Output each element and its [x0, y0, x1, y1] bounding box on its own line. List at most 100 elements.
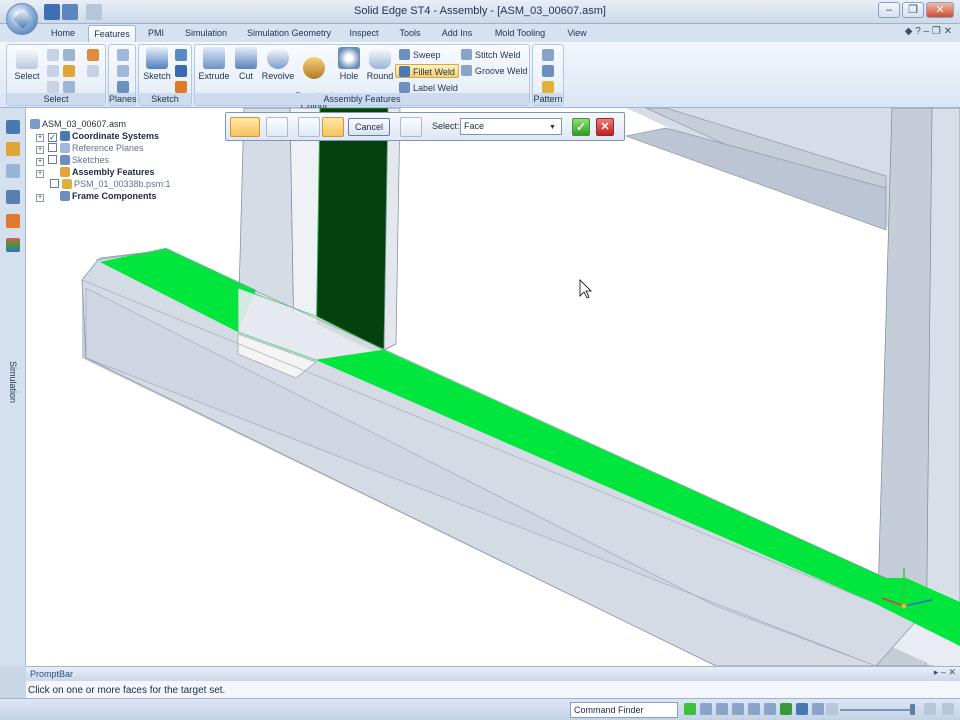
application-menu-button[interactable]	[6, 3, 38, 35]
step-target-faces-button[interactable]	[230, 117, 260, 137]
deselect-button[interactable]: ✕	[596, 118, 614, 136]
tab-home[interactable]: Home	[42, 25, 84, 42]
tree-item-reference-planes[interactable]: + Reference Planes	[36, 142, 144, 154]
cut-button[interactable]: Cut	[233, 47, 259, 81]
preview-button[interactable]	[400, 117, 422, 137]
sketch-button[interactable]: Sketch	[142, 47, 172, 81]
plane-icon[interactable]	[117, 49, 129, 61]
help-icons[interactable]: ◆ ? – ❐ ✕	[905, 26, 952, 37]
visibility-checkbox[interactable]	[48, 155, 57, 164]
zoom-slider-track[interactable]	[840, 709, 910, 711]
select-tool-icon[interactable]	[47, 65, 59, 77]
visibility-checkbox[interactable]: ✓	[48, 133, 57, 142]
fillet-weld-label: Fillet Weld	[413, 67, 455, 77]
zoom-area-icon[interactable]	[700, 703, 712, 715]
minimize-button[interactable]: –	[878, 2, 900, 18]
select-filter-value: Face	[464, 121, 485, 131]
tree-item-sketches[interactable]: + Sketches	[36, 154, 109, 166]
fit-icon[interactable]	[732, 703, 744, 715]
select-tool-icon[interactable]	[47, 49, 59, 61]
model-geometry[interactable]	[26, 108, 960, 666]
tree-root[interactable]: ASM_03_00607.asm	[30, 118, 126, 130]
tab-view[interactable]: View	[560, 25, 594, 42]
visibility-checkbox[interactable]	[48, 143, 57, 152]
view-orientation-icon[interactable]	[780, 703, 792, 715]
pattern-tool-icon[interactable]	[542, 81, 554, 93]
right-post-side[interactable]	[925, 108, 960, 666]
parts-library-icon[interactable]	[6, 142, 20, 156]
tab-tools[interactable]: Tools	[390, 25, 430, 42]
expand-icon[interactable]: +	[36, 158, 44, 166]
cancel-button[interactable]: Cancel	[348, 118, 390, 136]
select-tool-icon[interactable]	[47, 81, 59, 93]
select-tool-icon[interactable]	[87, 49, 99, 61]
tab-mold-tooling[interactable]: Mold Tooling	[486, 25, 554, 42]
select-tool-icon[interactable]	[63, 65, 75, 77]
simulation-side-tab[interactable]: Simulation	[3, 360, 23, 450]
expand-icon[interactable]: +	[36, 170, 44, 178]
fullscreen-icon[interactable]	[942, 703, 954, 715]
step-source-faces-button[interactable]	[298, 117, 320, 137]
fillet-weld-button[interactable]: Fillet Weld	[395, 64, 459, 78]
sketch-tool-icon[interactable]	[175, 81, 187, 93]
family-icon[interactable]	[6, 214, 20, 228]
feature-library-icon[interactable]	[6, 190, 20, 204]
layers-icon[interactable]	[6, 164, 20, 178]
pathfinder-icon[interactable]	[6, 120, 20, 134]
extrude-button[interactable]: Extrude	[197, 47, 231, 81]
tab-inspect[interactable]: Inspect	[342, 25, 386, 42]
accept-button[interactable]: ✓	[572, 118, 590, 136]
tab-simulation-geometry[interactable]: Simulation Geometry	[240, 25, 338, 42]
select-filter-dropdown[interactable]: Face ▼	[460, 118, 562, 135]
expand-icon[interactable]: +	[36, 194, 44, 202]
expand-icon[interactable]: +	[36, 134, 44, 142]
select-tool-icon[interactable]	[87, 65, 99, 77]
sketch-icon	[146, 47, 168, 69]
tree-item-psm[interactable]: PSM_01_00338b.psm:1	[46, 178, 171, 190]
sweep-button[interactable]: Sweep	[399, 48, 441, 62]
simulation-icon[interactable]	[6, 238, 20, 252]
plane-icon[interactable]	[117, 65, 129, 77]
tree-item-assembly-features[interactable]: + Assembly Features	[36, 166, 155, 178]
display-icon[interactable]	[812, 703, 824, 715]
pattern-icon[interactable]	[542, 49, 554, 61]
sketch-tool-icon[interactable]	[175, 49, 187, 61]
mirror-icon[interactable]	[542, 65, 554, 77]
groove-weld-button[interactable]: Groove Weld	[461, 64, 527, 78]
tab-pmi[interactable]: PMI	[140, 25, 172, 42]
close-button[interactable]: ✕	[926, 2, 954, 18]
stitch-weld-button[interactable]: Stitch Weld	[461, 48, 520, 62]
zoom-slider-thumb[interactable]	[910, 704, 915, 715]
tab-simulation[interactable]: Simulation	[178, 25, 234, 42]
assembly-features-group: Extrude Cut Revolve Revolved Cutout Hole…	[194, 44, 530, 111]
rotate-icon[interactable]	[764, 703, 776, 715]
revolve-button[interactable]: Revolve	[261, 47, 295, 81]
refresh-icon[interactable]	[684, 703, 696, 715]
zoom-in-icon[interactable]	[924, 703, 936, 715]
sketch-tool-icon[interactable]	[175, 65, 187, 77]
shading-icon[interactable]	[796, 703, 808, 715]
plane-icon[interactable]	[117, 81, 129, 93]
pan-icon[interactable]	[748, 703, 760, 715]
restore-button[interactable]: ❐	[902, 2, 924, 18]
zoom-icon[interactable]	[716, 703, 728, 715]
hole-button[interactable]: Hole	[335, 47, 363, 81]
tree-item-frame-components[interactable]: + Frame Components	[36, 190, 157, 202]
select-tool-icon[interactable]	[63, 81, 75, 93]
command-finder-input[interactable]: Command Finder	[570, 702, 678, 718]
tree-item-coordinate-systems[interactable]: + ✓ Coordinate Systems	[36, 130, 159, 142]
prompt-bar-controls[interactable]: ▸ – ✕	[934, 667, 956, 678]
tab-add-ins[interactable]: Add Ins	[434, 25, 480, 42]
select-button[interactable]: Select	[13, 47, 41, 81]
graphics-viewport[interactable]	[26, 108, 960, 666]
step-active-button[interactable]	[322, 117, 344, 137]
select-tool-icon[interactable]	[63, 49, 75, 61]
visibility-checkbox[interactable]	[50, 179, 59, 188]
tab-features[interactable]: Features	[88, 25, 136, 42]
zoom-out-icon[interactable]	[826, 703, 838, 715]
select-filter-label: Select:	[432, 121, 460, 131]
weld-options-button[interactable]	[266, 117, 288, 137]
round-button[interactable]: Round	[365, 47, 395, 81]
sheet-metal-part-icon	[62, 179, 72, 189]
expand-icon[interactable]: +	[36, 146, 44, 154]
